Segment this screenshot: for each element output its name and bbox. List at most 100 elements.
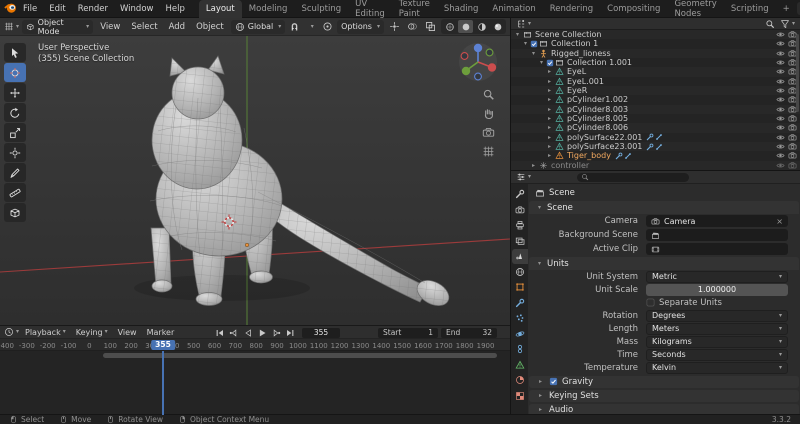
workspace-tab-layout[interactable]: Layout <box>199 0 242 18</box>
scale-tool[interactable] <box>4 123 26 142</box>
options-dropdown[interactable]: Options▾ <box>337 20 384 34</box>
timeline-menu-marker[interactable]: Marker <box>143 328 179 337</box>
jump-to-start-button[interactable] <box>213 327 226 338</box>
hide-toggle[interactable] <box>776 39 785 48</box>
menu-file[interactable]: File <box>17 0 43 18</box>
gizmo-neg-z-axis[interactable] <box>475 73 482 80</box>
expand-icon[interactable]: ▸ <box>536 406 545 413</box>
outliner-scrollbar[interactable] <box>796 34 799 112</box>
hide-toggle[interactable] <box>776 58 785 67</box>
expand-toggle-icon[interactable]: ▾ <box>513 31 522 38</box>
show-gizmos-button[interactable] <box>387 20 402 34</box>
properties-tab-object[interactable] <box>512 280 528 295</box>
add-workspace-button[interactable]: + <box>776 0 797 18</box>
dropdown-rotation[interactable]: Degrees▾ <box>646 310 788 322</box>
properties-tab-output[interactable] <box>512 218 528 233</box>
hide-toggle[interactable] <box>776 105 785 114</box>
properties-tab-data[interactable] <box>512 358 528 373</box>
timeline-ruler[interactable]: 355 -400-300-200-10001002003004005006007… <box>0 339 510 351</box>
properties-tab-render[interactable] <box>512 203 528 218</box>
mode-dropdown[interactable]: Object Mode▾ <box>22 20 93 34</box>
viewport-menu-view[interactable]: View <box>96 22 124 32</box>
properties-tab-texture[interactable] <box>512 389 528 404</box>
hide-toggle[interactable] <box>776 123 785 132</box>
collapse-icon[interactable]: ▾ <box>536 260 543 267</box>
orientation-dropdown[interactable]: Global▾ <box>231 20 286 34</box>
current-frame-field[interactable]: 355 <box>302 328 340 338</box>
outliner-row[interactable]: ▸pCylinder8.006 <box>511 123 800 132</box>
id-field-background-scene[interactable] <box>646 229 788 241</box>
hide-toggle[interactable] <box>776 142 785 151</box>
hide-toggle[interactable] <box>776 114 785 123</box>
expand-toggle-icon[interactable]: ▸ <box>529 162 538 169</box>
transform-tool[interactable] <box>4 143 26 162</box>
outliner-row[interactable]: ▸polySurface22.001 <box>511 133 800 142</box>
cursor-tool[interactable] <box>4 63 26 82</box>
play-button[interactable] <box>255 327 268 338</box>
outliner-row[interactable]: ▸controller <box>511 161 800 170</box>
section-header-audio[interactable]: ▸Audio <box>529 404 799 415</box>
outliner-row[interactable]: ▾Scene Collection <box>511 30 800 39</box>
gizmo-z-axis[interactable] <box>474 44 482 52</box>
jump-to-end-button[interactable] <box>283 327 296 338</box>
dropdown-temperature[interactable]: Kelvin▾ <box>646 362 788 374</box>
editor-type-button[interactable]: ▾ <box>4 20 19 34</box>
section-header-gravity[interactable]: ▸Gravity <box>529 376 799 389</box>
workspace-tab-geometry-nodes[interactable]: Geometry Nodes <box>667 0 723 18</box>
render-visibility-toggle[interactable] <box>788 123 797 132</box>
checkbox-separate-units[interactable]: Separate Units <box>646 298 722 308</box>
pan-view-button[interactable] <box>482 107 495 120</box>
expand-toggle-icon[interactable]: ▸ <box>545 68 554 75</box>
properties-tab-physics[interactable] <box>512 327 528 342</box>
viewport-canvas[interactable] <box>0 36 510 325</box>
annotate-tool[interactable] <box>4 163 26 182</box>
workspace-tab-scripting[interactable]: Scripting <box>724 0 776 18</box>
snap-toggle[interactable] <box>288 20 301 34</box>
properties-tab-particles[interactable] <box>512 311 528 326</box>
workspace-tab-modeling[interactable]: Modeling <box>242 0 295 18</box>
camera-view-button[interactable] <box>482 126 495 139</box>
timeline-menu-playback[interactable]: Playback▾ <box>21 328 70 337</box>
outliner-row[interactable]: ▸EyeL <box>511 67 800 76</box>
shading-wireframe-button[interactable] <box>442 20 457 33</box>
hide-toggle[interactable] <box>776 67 785 76</box>
render-visibility-toggle[interactable] <box>788 142 797 151</box>
outliner-row[interactable]: ▸pCylinder8.005 <box>511 114 800 123</box>
outliner-row[interactable]: ▸EyeR <box>511 86 800 95</box>
hide-toggle[interactable] <box>776 30 785 39</box>
frame-start-field[interactable]: Start1 <box>378 328 438 338</box>
dropdown-mass[interactable]: Kilograms▾ <box>646 336 788 348</box>
render-visibility-toggle[interactable] <box>788 114 797 123</box>
outliner-filter-button[interactable]: ▾ <box>780 17 795 31</box>
outliner-row[interactable]: ▾Collection 1.001 <box>511 58 800 67</box>
properties-tab-modifiers[interactable] <box>512 296 528 311</box>
outliner-row[interactable]: ▸EyeL.001 <box>511 77 800 86</box>
timeline-menu-keying[interactable]: Keying▾ <box>72 328 112 337</box>
shading-solid-button[interactable] <box>458 20 473 33</box>
add-cube-tool[interactable] <box>4 203 26 222</box>
properties-tab-world[interactable] <box>512 265 528 280</box>
properties-tab-viewlayer[interactable] <box>512 234 528 249</box>
expand-icon[interactable]: ▸ <box>536 378 545 385</box>
id-field-camera[interactable]: Camera× <box>646 215 788 227</box>
select-box-tool[interactable] <box>4 43 26 62</box>
outliner-row[interactable]: ▸polySurface23.001 <box>511 142 800 151</box>
gizmo-neg-y-axis[interactable] <box>486 49 493 56</box>
rotate-tool[interactable] <box>4 103 26 122</box>
section-header-keying-sets[interactable]: ▸Keying Sets <box>529 390 799 403</box>
toggle-xray-button[interactable] <box>423 20 438 34</box>
section-header-units[interactable]: ▾Units <box>529 257 799 270</box>
render-visibility-toggle[interactable] <box>788 161 797 170</box>
hide-toggle[interactable] <box>776 77 785 86</box>
shading-rendered-button[interactable] <box>490 20 505 33</box>
expand-toggle-icon[interactable]: ▸ <box>545 96 554 103</box>
hide-toggle[interactable] <box>776 161 785 170</box>
frame-end-field[interactable]: End32 <box>441 328 497 338</box>
outliner-row[interactable]: ▸pCylinder8.003 <box>511 105 800 114</box>
next-keyframe-button[interactable] <box>269 327 282 338</box>
viewport-3d[interactable]: User Perspective (355) Scene Collection <box>0 36 510 325</box>
expand-toggle-icon[interactable]: ▾ <box>529 50 538 57</box>
menu-edit[interactable]: Edit <box>43 0 71 18</box>
workspace-tab-shading[interactable]: Shading <box>437 0 486 18</box>
clear-icon[interactable]: × <box>776 217 783 226</box>
